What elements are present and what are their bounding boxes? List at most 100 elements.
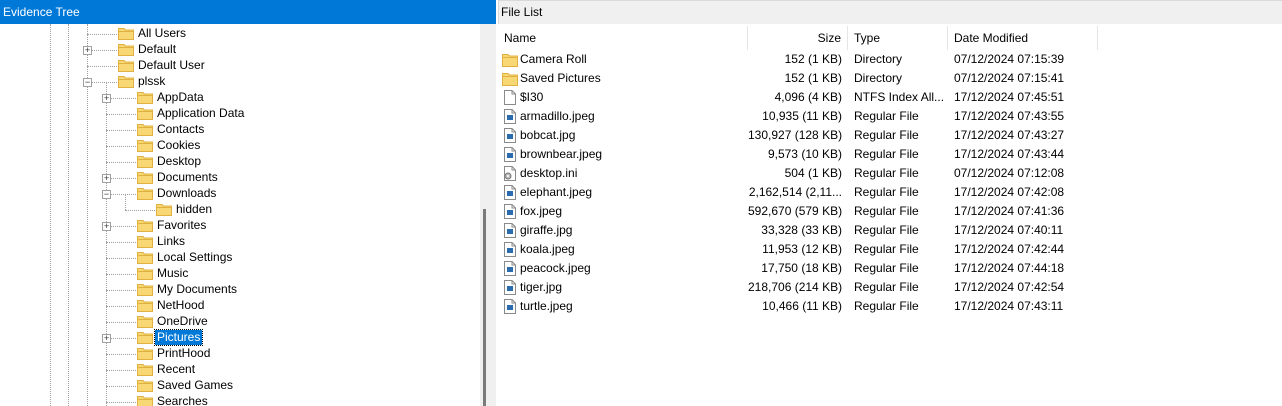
tree-node-local-settings[interactable]: Local Settings [0,250,470,266]
file-row[interactable]: fox.jpeg 592,670 (579 KB) Regular File 17/1… [498,202,1282,221]
expand-icon[interactable]: + [102,174,111,183]
tree-node-label[interactable]: AppData [155,90,206,105]
column-header-size[interactable]: Size [748,26,848,50]
folder-icon [137,236,153,248]
tree-node-pictures[interactable]: + Pictures [0,329,470,346]
column-header-date-modified[interactable]: Date Modified [948,26,1098,50]
tree-node-label[interactable]: hidden [174,202,214,217]
collapse-icon[interactable]: − [83,78,92,87]
file-type: Regular File [854,261,919,275]
folder-icon [137,124,153,136]
column-header-name[interactable]: Name [498,26,748,50]
folder-icon [137,220,153,232]
file-date-modified: 17/12/2024 07:43:11 [954,299,1064,313]
tree-node-label[interactable]: PrintHood [155,346,212,361]
file-row[interactable]: desktop.ini 504 (1 KB) Regular File 07/12/2… [498,164,1282,183]
tree-node-label[interactable]: Searches [155,394,210,406]
tree-node-music[interactable]: Music [0,266,470,282]
tree-node-onedrive[interactable]: OneDrive [0,314,470,330]
file-row[interactable]: Camera Roll 152 (1 KB) Directory 07/12/2024… [498,50,1282,69]
tree-node-plssk[interactable]: − plssk [0,74,470,90]
tree-node-contacts[interactable]: Contacts [0,122,470,138]
tree-node-cookies[interactable]: Cookies [0,138,470,154]
tree-node-label[interactable]: Application Data [155,106,246,121]
tree-node-default-user[interactable]: Default User [0,58,470,74]
file-name: elephant.jpeg [520,185,593,199]
collapse-icon[interactable]: − [102,190,111,199]
file-name: $I30 [520,90,544,104]
tree-node-label[interactable]: Documents [155,170,220,185]
tree-node-label[interactable]: My Documents [155,282,239,297]
tree-node-label[interactable]: Contacts [155,122,206,137]
tree-node-favorites[interactable]: + Favorites [0,218,470,234]
file-row[interactable]: tiger.jpg 218,706 (214 KB) Regular File 17/… [498,278,1282,297]
file-row[interactable]: elephant.jpeg 2,162,514 (2,11... Regular F… [498,183,1282,202]
tree-scrollbar[interactable] [480,24,496,406]
file-row[interactable]: brownbear.jpeg 9,573 (10 KB) Regular File 1… [498,145,1282,164]
file-type: Regular File [854,204,919,218]
file-size: 4,096 (4 KB) [774,90,842,104]
file-type: Regular File [854,147,919,161]
tree-node-label[interactable]: Favorites [155,218,208,233]
file-row[interactable]: $I30 4,096 (4 KB) NTFS Index All... 17/12/2… [498,88,1282,107]
tree-node-hidden[interactable]: hidden [0,202,470,218]
tree-node-label[interactable]: Default User [136,58,207,73]
tree-node-desktop[interactable]: Desktop [0,154,470,170]
expand-icon[interactable]: + [102,94,111,103]
file-date-modified: 17/12/2024 07:43:44 [954,147,1065,161]
file-date-modified: 17/12/2024 07:43:55 [954,109,1065,123]
expand-icon[interactable]: + [102,334,111,343]
tree-node-nethood[interactable]: NetHood [0,298,470,314]
tree-node-label[interactable]: OneDrive [155,314,210,329]
folder-icon [137,316,153,328]
evidence-tree: All Users + Default Default User − plssk + AppD… [0,24,480,406]
tree-node-downloads[interactable]: − Downloads [0,186,470,202]
tree-node-label[interactable]: Recent [155,362,197,377]
tree-node-label[interactable]: All Users [136,26,188,41]
tree-node-printhood[interactable]: PrintHood [0,346,470,362]
tree-node-application-data[interactable]: Application Data [0,106,470,122]
folder-icon [118,44,134,56]
column-header-type[interactable]: Type [848,26,948,50]
tree-node-label[interactable]: Local Settings [155,250,234,265]
tree-node-label[interactable]: plssk [136,74,167,89]
file-size: 10,935 (11 KB) [762,109,842,123]
expand-icon[interactable]: + [102,222,111,231]
file-row[interactable]: turtle.jpeg 10,466 (11 KB) Regular File 17/… [498,297,1282,316]
tree-node-label[interactable]: Default [136,42,178,57]
expand-icon[interactable]: + [83,46,92,55]
tree-node-all-users[interactable]: All Users [0,26,470,42]
tree-node-label[interactable]: Links [155,234,187,249]
folder-icon [137,268,153,280]
evidence-tree-pane: Evidence Tree All Users + Default Default U… [0,0,496,406]
tree-node-label[interactable]: Downloads [155,186,218,201]
tree-node-links[interactable]: Links [0,234,470,250]
tree-node-saved-games[interactable]: Saved Games [0,378,470,394]
file-row[interactable]: armadillo.jpeg 10,935 (11 KB) Regular File… [498,107,1282,126]
file-row[interactable]: koala.jpeg 11,953 (12 KB) Regular File 17/1… [498,240,1282,259]
tree-node-documents[interactable]: + Documents [0,170,470,186]
tree-node-label[interactable]: Saved Games [155,378,235,393]
file-row[interactable]: bobcat.jpg 130,927 (128 KB) Regular File 17… [498,126,1282,145]
file-date-modified: 17/12/2024 07:43:27 [954,128,1065,142]
tree-node-label[interactable]: Cookies [155,138,202,153]
file-size: 218,706 (214 KB) [748,280,842,294]
image-file-icon [504,242,516,257]
tree-node-appdata[interactable]: + AppData [0,90,470,106]
file-row[interactable]: Saved Pictures 152 (1 KB) Directory 07/12/2… [498,69,1282,88]
file-date-modified: 17/12/2024 07:42:44 [954,242,1065,256]
tree-scrollbar-thumb[interactable] [483,209,486,406]
tree-node-label[interactable]: Music [155,266,190,281]
tree-node-label[interactable]: NetHood [155,298,206,313]
tree-node-label[interactable]: Desktop [155,154,203,169]
file-row[interactable]: giraffe.jpg 33,328 (33 KB) Regular File 17/… [498,221,1282,240]
file-size: 130,927 (128 KB) [748,128,842,142]
tree-node-recent[interactable]: Recent [0,362,470,378]
tree-node-label[interactable]: Pictures [153,329,204,346]
folder-icon [118,76,134,88]
tree-node-searches[interactable]: Searches [0,394,470,406]
tree-node-my-documents[interactable]: My Documents [0,282,470,298]
file-row[interactable]: peacock.jpeg 17,750 (18 KB) Regular File 17… [498,259,1282,278]
file-size: 9,573 (10 KB) [767,147,842,161]
tree-node-default[interactable]: + Default [0,42,470,58]
